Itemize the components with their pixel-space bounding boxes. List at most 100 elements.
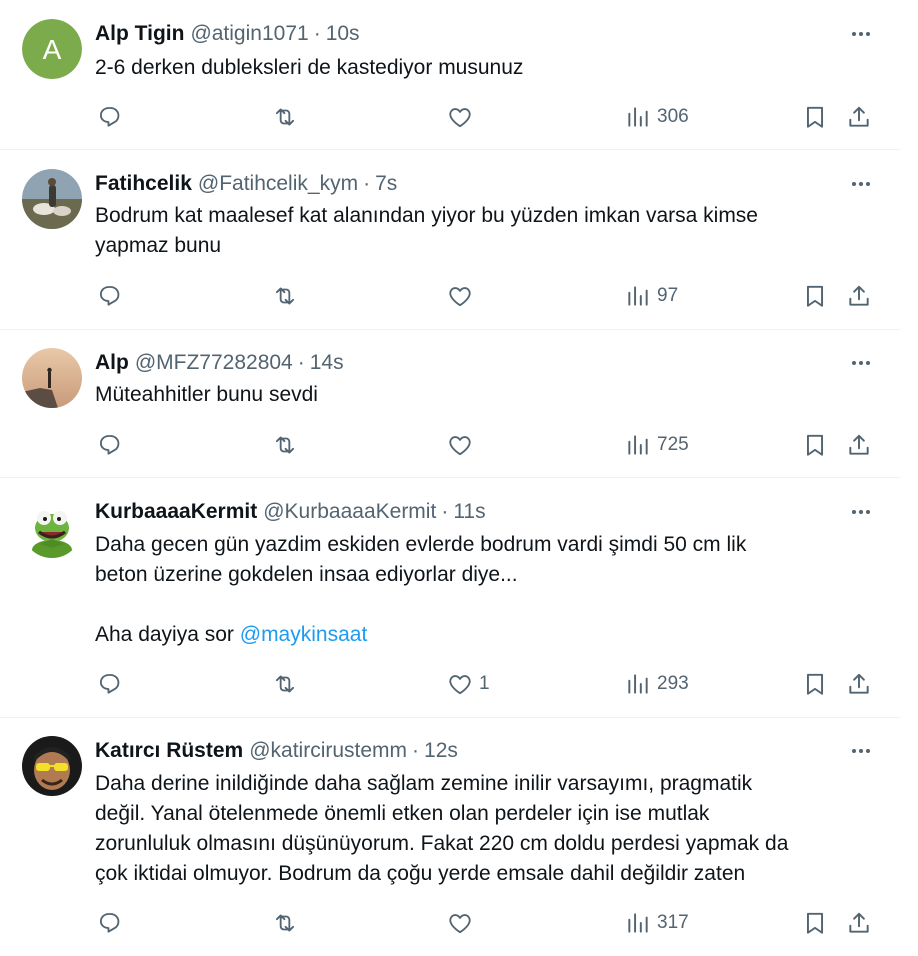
tweet-card[interactable]: Katırcı Rüstem @katircirustemm · 12s Dah…	[0, 718, 900, 956]
share-button[interactable]	[846, 669, 872, 699]
tweet-text: Daha derine inildiğinde daha sağlam zemi…	[95, 769, 875, 889]
tweet-card[interactable]: A Alp Tigin @atigin1071 · 10s 2-6 derken…	[0, 0, 900, 150]
reply-icon	[99, 286, 120, 306]
more-dots-icon	[852, 749, 870, 753]
reply-button[interactable]	[96, 430, 122, 460]
bookmark-button[interactable]	[802, 102, 828, 132]
views-button[interactable]: 293	[625, 669, 689, 699]
tweet-header: KurbaaaaKermit @KurbaaaaKermit · 11s	[95, 499, 486, 525]
tweet-line: Bodrum kat maalesef kat alanından yiyor …	[95, 204, 758, 227]
share-button[interactable]	[846, 102, 872, 132]
more-options-button[interactable]	[848, 499, 874, 525]
author-name[interactable]: Fatihcelik	[95, 171, 192, 197]
views-chart-icon	[628, 913, 648, 933]
reply-button[interactable]	[96, 669, 122, 699]
bookmark-icon	[806, 912, 824, 934]
bookmark-button[interactable]	[802, 430, 828, 460]
heart-icon	[449, 675, 471, 695]
author-name[interactable]: KurbaaaaKermit	[95, 499, 257, 525]
avatar[interactable]	[22, 169, 82, 229]
tweet-actions: 725	[0, 430, 900, 460]
avatar[interactable]	[22, 498, 82, 558]
views-chart-icon	[628, 435, 648, 455]
retweet-icon	[275, 914, 295, 932]
author-handle[interactable]: @atigin1071	[190, 21, 308, 47]
views-button[interactable]: 97	[625, 281, 678, 311]
tweet-header: Katırcı Rüstem @katircirustemm · 12s	[95, 738, 458, 764]
tweet-line: çok iktidai olmuyor. Bodrum da çoğu yerd…	[95, 862, 746, 885]
reply-icon	[99, 674, 120, 694]
tweet-time[interactable]: 14s	[310, 350, 344, 376]
mention-link[interactable]: @maykinsaat	[240, 623, 368, 646]
retweet-icon	[275, 287, 295, 305]
tweet-text: Daha gecen gün yazdim eskiden evlerde bo…	[95, 530, 875, 650]
avatar[interactable]	[22, 348, 82, 408]
separator-dot: ·	[297, 351, 305, 374]
retweet-button[interactable]	[272, 669, 298, 699]
retweet-button[interactable]	[272, 908, 298, 938]
views-button[interactable]: 306	[625, 102, 689, 132]
reply-button[interactable]	[96, 102, 122, 132]
separator-dot: ·	[412, 739, 420, 762]
bookmark-button[interactable]	[802, 669, 828, 699]
author-handle[interactable]: @MFZ77282804	[135, 350, 293, 376]
author-handle[interactable]: @Fatihcelik_kym	[198, 171, 358, 197]
views-button[interactable]: 725	[625, 430, 689, 460]
reply-button[interactable]	[96, 908, 122, 938]
views-button[interactable]: 317	[625, 908, 689, 938]
share-button[interactable]	[846, 281, 872, 311]
view-count: 293	[657, 673, 689, 694]
tweet-card[interactable]: Alp @MFZ77282804 · 14s Müteahhitler bunu…	[0, 330, 900, 478]
author-name[interactable]: Alp	[95, 350, 129, 376]
tweet-line: zorunluluk olmasını düşünüyorum. Fakat 2…	[95, 832, 789, 855]
share-button[interactable]	[846, 430, 872, 460]
more-options-button[interactable]	[848, 171, 874, 197]
share-icon	[849, 673, 869, 694]
author-handle[interactable]: @katircirustemm	[249, 738, 407, 764]
heart-icon	[449, 914, 471, 934]
bookmark-button[interactable]	[802, 908, 828, 938]
more-options-button[interactable]	[848, 738, 874, 764]
like-button[interactable]	[447, 430, 479, 460]
avatar[interactable]: A	[22, 19, 82, 79]
reply-icon	[99, 435, 120, 455]
like-button[interactable]	[447, 102, 479, 132]
tweet-actions: 306	[0, 102, 900, 132]
like-button[interactable]	[447, 908, 479, 938]
more-options-button[interactable]	[848, 21, 874, 47]
tweet-header: Fatihcelik @Fatihcelik_kym · 7s	[95, 171, 397, 197]
tweet-text: Müteahhitler bunu sevdi	[95, 380, 875, 410]
bookmark-button[interactable]	[802, 281, 828, 311]
tweet-time[interactable]: 12s	[424, 738, 458, 764]
tweet-line: beton üzerine gokdelen insaa ediyorlar d…	[95, 563, 518, 586]
view-count: 97	[657, 285, 679, 306]
retweet-icon	[275, 108, 295, 126]
retweet-button[interactable]	[272, 430, 298, 460]
author-handle[interactable]: @KurbaaaaKermit	[263, 499, 436, 525]
tweet-line: Aha dayiya sor	[95, 623, 240, 646]
tweet-text: 2-6 derken dubleksleri de kastediyor mus…	[95, 53, 875, 83]
avatar-letter: A	[43, 34, 62, 65]
tweet-time[interactable]: 11s	[453, 499, 485, 525]
author-name[interactable]: Alp Tigin	[95, 21, 184, 47]
share-icon	[849, 912, 869, 933]
reply-button[interactable]	[96, 281, 122, 311]
tweet-card[interactable]: Fatihcelik @Fatihcelik_kym · 7s Bodrum k…	[0, 150, 900, 330]
like-button[interactable]	[447, 281, 479, 311]
share-button[interactable]	[846, 908, 872, 938]
tweet-card[interactable]: KurbaaaaKermit @KurbaaaaKermit · 11s Dah…	[0, 478, 900, 718]
heart-icon	[449, 108, 471, 128]
retweet-button[interactable]	[272, 281, 298, 311]
tweet-actions: 317	[0, 908, 900, 938]
author-name[interactable]: Katırcı Rüstem	[95, 738, 243, 764]
avatar[interactable]	[22, 736, 82, 796]
like-button[interactable]: 1	[447, 669, 490, 699]
tweet-time[interactable]: 7s	[375, 171, 397, 197]
retweet-button[interactable]	[272, 102, 298, 132]
tweet-time[interactable]: 10s	[326, 21, 360, 47]
tweet-line: Daha derine inildiğinde daha sağlam zemi…	[95, 772, 753, 795]
reply-icon	[99, 913, 120, 933]
more-dots-icon	[852, 182, 870, 186]
more-options-button[interactable]	[848, 350, 874, 376]
view-count: 725	[657, 434, 689, 455]
